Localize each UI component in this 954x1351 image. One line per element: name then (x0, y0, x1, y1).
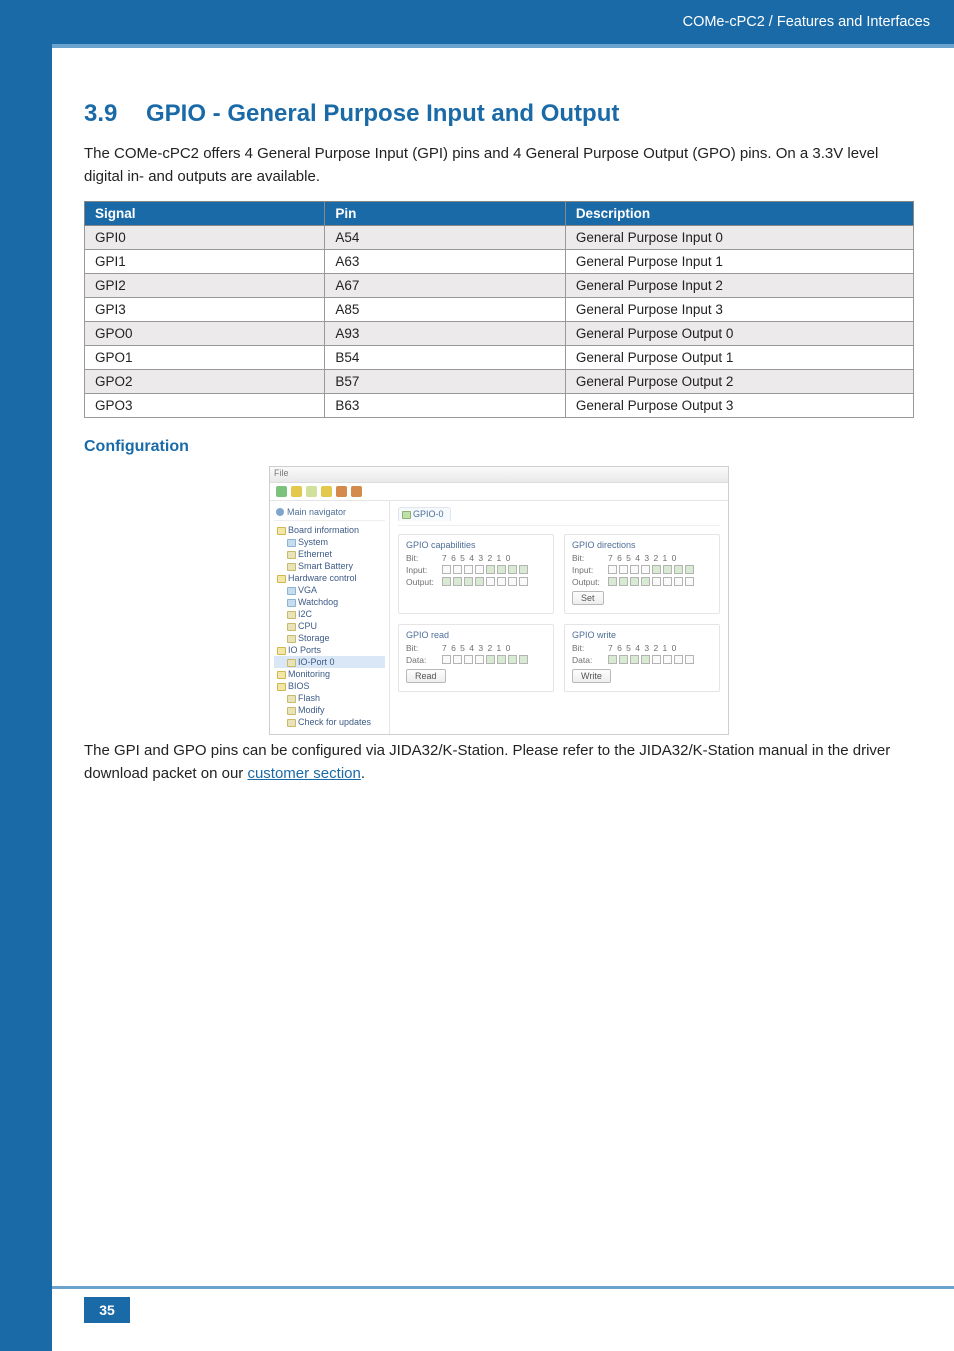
shot-nav-panel: Main navigator Board information System … (270, 501, 390, 734)
nav-item: Modify (274, 704, 385, 716)
table-row: GPO3B63General Purpose Output 3 (85, 393, 914, 417)
nav-item: System (274, 536, 385, 548)
globe-icon (276, 508, 284, 516)
shot-toolbar (270, 483, 728, 501)
nav-item: Storage (274, 632, 385, 644)
signal-table: Signal Pin Description GPI0A54General Pu… (84, 201, 914, 418)
toolbar-icon (321, 486, 332, 497)
th-pin: Pin (325, 201, 565, 225)
section-heading: 3.9GPIO - General Purpose Input and Outp… (84, 100, 914, 128)
nav-title: Main navigator (274, 505, 385, 521)
table-row: GPI0A54General Purpose Input 0 (85, 225, 914, 249)
footer-separator (52, 1286, 954, 1289)
nav-item: Ethernet (274, 548, 385, 560)
panel-gpio-read: GPIO read Bit:7 6 5 4 3 2 1 0 Data: Read (398, 624, 554, 692)
page-number: 35 (84, 1297, 130, 1323)
nav-item: Flash (274, 692, 385, 704)
toolbar-icon (291, 486, 302, 497)
nav-item: Board information (274, 524, 385, 536)
panel-gpio-capabilities: GPIO capabilities Bit:7 6 5 4 3 2 1 0 In… (398, 534, 554, 614)
kstation-screenshot: File Main navigator Board information Sy… (269, 466, 729, 735)
set-button: Set (572, 591, 604, 605)
table-row: GPO2B57General Purpose Output 2 (85, 369, 914, 393)
table-row: GPO1B54General Purpose Output 1 (85, 345, 914, 369)
nav-item: VGA (274, 584, 385, 596)
shot-main-panel: GPIO-0 GPIO capabilities Bit:7 6 5 4 3 2… (390, 501, 728, 734)
toolbar-icon (336, 486, 347, 497)
nav-item: Smart Battery (274, 560, 385, 572)
table-row: GPI2A67General Purpose Input 2 (85, 273, 914, 297)
nav-item: Hardware control (274, 572, 385, 584)
th-signal: Signal (85, 201, 325, 225)
tab-gpio0: GPIO-0 (398, 507, 451, 521)
left-color-bar (0, 0, 52, 1351)
table-row: GPI3A85General Purpose Input 3 (85, 297, 914, 321)
shot-menubar: File (270, 467, 728, 483)
customer-section-link[interactable]: customer section (247, 765, 360, 782)
table-row: GPI1A63General Purpose Input 1 (85, 249, 914, 273)
nav-tree: Board information System Ethernet Smart … (274, 521, 385, 728)
breadcrumb: COMe-cPC2 / Features and Interfaces (683, 14, 930, 30)
toolbar-icon (306, 486, 317, 497)
header-bar: COMe-cPC2 / Features and Interfaces (52, 0, 954, 44)
toolbar-icon (351, 486, 362, 497)
section-number: 3.9 (84, 100, 146, 128)
nav-item: IO Ports (274, 644, 385, 656)
section-title: GPIO - General Purpose Input and Output (146, 100, 619, 127)
toolbar-icon (276, 486, 287, 497)
nav-item: Check for updates (274, 716, 385, 728)
config-paragraph: The GPI and GPO pins can be configured v… (84, 739, 914, 786)
read-button: Read (406, 669, 446, 683)
nav-item-selected: IO-Port 0 (274, 656, 385, 668)
write-button: Write (572, 669, 611, 683)
nav-item: CPU (274, 620, 385, 632)
nav-item: I2C (274, 608, 385, 620)
section-intro: The COMe-cPC2 offers 4 General Purpose I… (84, 142, 914, 189)
page-content: 3.9GPIO - General Purpose Input and Outp… (84, 100, 914, 797)
configuration-heading: Configuration (84, 438, 914, 456)
panel-gpio-directions: GPIO directions Bit:7 6 5 4 3 2 1 0 Inpu… (564, 534, 720, 614)
panel-gpio-write: GPIO write Bit:7 6 5 4 3 2 1 0 Data: Wri… (564, 624, 720, 692)
nav-item: Monitoring (274, 668, 385, 680)
tab-strip: GPIO-0 (398, 507, 720, 526)
th-description: Description (565, 201, 913, 225)
table-row: GPO0A93General Purpose Output 0 (85, 321, 914, 345)
nav-item: BIOS (274, 680, 385, 692)
nav-item: Watchdog (274, 596, 385, 608)
header-separator (52, 44, 954, 48)
